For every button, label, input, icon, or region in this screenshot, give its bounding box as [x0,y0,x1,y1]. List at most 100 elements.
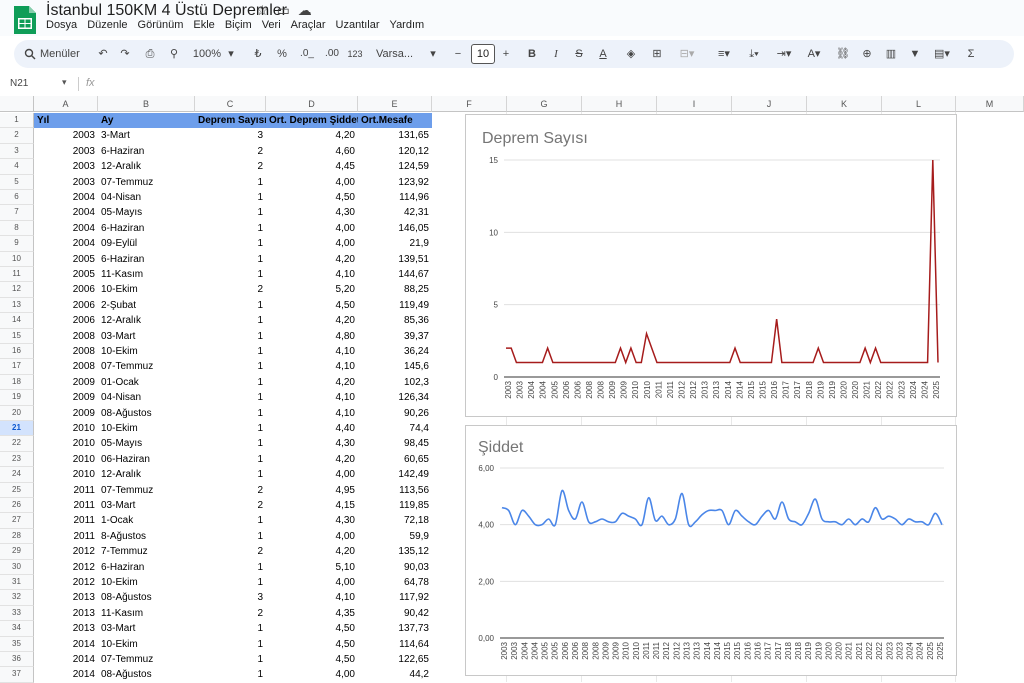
sheets-logo-icon[interactable] [12,4,38,36]
row-header[interactable]: 35 [0,636,34,652]
undo-icon[interactable]: ↶ [96,40,110,68]
name-box-chevron-down-icon[interactable]: ▾ [62,77,67,88]
cell-month[interactable]: 8-Ağustos [98,529,195,544]
series-line[interactable] [501,489,943,528]
menu-insert[interactable]: Ekle [193,19,214,31]
cell-magnitude[interactable]: 4,20 [266,313,358,328]
number-format-button[interactable]: 123 [346,40,364,68]
row-header[interactable]: 12 [0,282,34,298]
cell-month[interactable]: 6-Haziran [98,560,195,575]
row-header[interactable]: 13 [0,297,34,314]
cell-distance[interactable]: 88,25 [358,282,432,297]
cell-year[interactable]: 2009 [34,406,98,421]
column-header-d[interactable]: D [266,96,358,112]
cell-year[interactable]: 2013 [34,590,98,605]
row-header[interactable]: 20 [0,405,34,421]
cell-count[interactable]: 2 [195,282,266,297]
decrease-decimal-button[interactable]: .0_ [298,40,316,68]
cell-month[interactable]: 6-Haziran [98,252,195,267]
cell-magnitude[interactable]: 4,60 [266,144,358,159]
cell-month[interactable]: 12-Aralık [98,313,195,328]
cell-distance[interactable]: 90,42 [358,606,432,621]
text-color-icon[interactable]: A [596,40,610,68]
cell-year[interactable]: 2003 [34,144,98,159]
row-header[interactable]: 24 [0,467,34,483]
row-header[interactable]: 28 [0,528,34,545]
cell-count[interactable]: 1 [195,667,266,682]
italic-icon[interactable]: I [550,40,562,68]
cell-magnitude[interactable]: 4,10 [266,344,358,359]
cell-year[interactable]: 2008 [34,329,98,344]
redo-icon[interactable]: ↷ [118,40,132,68]
cell-magnitude[interactable]: 4,95 [266,483,358,498]
cell-distance[interactable]: 39,37 [358,329,432,344]
cell-year[interactable]: 2004 [34,205,98,220]
cell-distance[interactable]: 64,78 [358,575,432,590]
column-header-k[interactable]: K [807,96,882,112]
menu-help[interactable]: Yardım [390,19,425,31]
row-header[interactable]: 22 [0,436,34,452]
menus-search-button[interactable]: Menüler [40,40,88,68]
cell-year[interactable]: 2004 [34,190,98,205]
cell-year[interactable]: 2011 [34,483,98,498]
cell-year[interactable]: 2012 [34,575,98,590]
cell-month[interactable]: 07-Temmuz [98,175,195,190]
cell-year[interactable]: 2006 [34,298,98,313]
cell-year[interactable]: 2003 [34,128,98,143]
cell-count[interactable]: 3 [195,590,266,605]
cell-month[interactable]: 08-Ağustos [98,406,195,421]
row-header[interactable]: 21 [0,421,34,437]
formula-input[interactable] [110,77,1010,91]
cell-distance[interactable]: 126,34 [358,390,432,405]
cell-magnitude[interactable]: 4,00 [266,575,358,590]
row-header[interactable]: 4 [0,159,34,175]
cloud-status-icon[interactable]: ☁ [298,2,320,18]
cell-magnitude[interactable]: 4,35 [266,606,358,621]
header-cell-count[interactable]: Deprem Sayısı [195,113,266,129]
percent-format-button[interactable]: % [276,40,288,68]
row-header[interactable]: 30 [0,559,34,575]
cell-distance[interactable]: 131,65 [358,128,432,143]
row-header[interactable]: 2 [0,128,34,144]
header-cell-magnitude[interactable]: Ort. Deprem Şiddeti [266,113,358,129]
cell-distance[interactable]: 74,4 [358,421,432,436]
search-icon[interactable] [24,40,36,68]
row-header[interactable]: 16 [0,344,34,360]
cell-year[interactable]: 2008 [34,359,98,374]
cell-distance[interactable]: 90,03 [358,560,432,575]
cell-magnitude[interactable]: 4,10 [266,406,358,421]
cell-magnitude[interactable]: 4,20 [266,128,358,143]
cell-year[interactable]: 2011 [34,529,98,544]
row-header[interactable]: 36 [0,652,34,668]
cell-count[interactable]: 1 [195,313,266,328]
cell-distance[interactable]: 113,56 [358,483,432,498]
font-size-input[interactable]: 10 [471,44,495,64]
cell-year[interactable]: 2010 [34,452,98,467]
cell-year[interactable]: 2014 [34,652,98,667]
header-cell-month[interactable]: Ay [98,113,195,129]
cell-magnitude[interactable]: 5,10 [266,560,358,575]
functions-icon[interactable]: Σ [964,40,978,68]
cell-distance[interactable]: 98,45 [358,436,432,451]
cell-count[interactable]: 1 [195,175,266,190]
cell-month[interactable]: 03-Mart [98,498,195,513]
cell-count[interactable]: 2 [195,483,266,498]
row-header[interactable]: 25 [0,482,34,498]
cell-count[interactable]: 1 [195,190,266,205]
menu-edit[interactable]: Düzenle [87,19,127,31]
cell-year[interactable]: 2012 [34,560,98,575]
cell-distance[interactable]: 114,64 [358,637,432,652]
cell-month[interactable]: 7-Temmuz [98,544,195,559]
cell-month[interactable]: 08-Ağustos [98,590,195,605]
currency-format-button[interactable]: ₺ [252,40,264,68]
cell-year[interactable]: 2006 [34,282,98,297]
cell-magnitude[interactable]: 4,20 [266,544,358,559]
cell-distance[interactable]: 60,65 [358,452,432,467]
cell-distance[interactable]: 90,26 [358,406,432,421]
row-header[interactable]: 14 [0,313,34,329]
cell-distance[interactable]: 119,49 [358,298,432,313]
row-header[interactable]: 29 [0,544,34,560]
cell-distance[interactable]: 139,51 [358,252,432,267]
cell-month[interactable]: 06-Haziran [98,452,195,467]
menu-tools[interactable]: Araçlar [291,19,326,31]
